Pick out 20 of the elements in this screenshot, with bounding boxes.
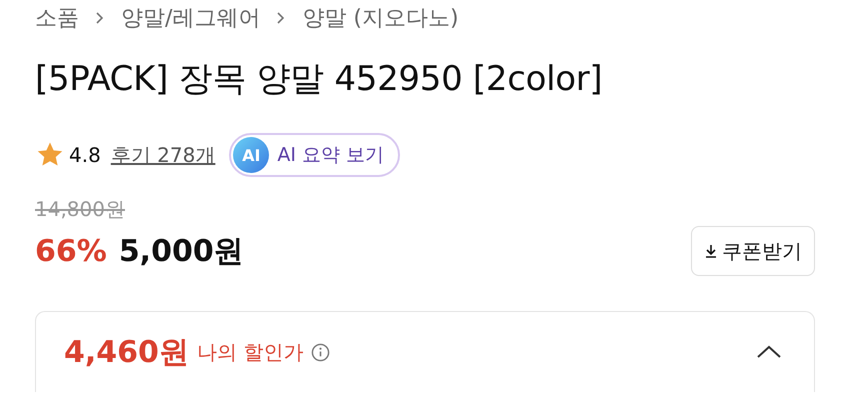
ai-summary-label: AI 요약 보기 — [277, 143, 384, 168]
my-price-amount: 4,460원 — [64, 334, 189, 372]
chevron-right-icon — [95, 11, 105, 25]
my-price-label: 나의 할인가 — [196, 338, 304, 366]
product-title: [5PACK] 장목 양말 452950 [2color] — [35, 58, 604, 101]
chevron-up-icon[interactable] — [756, 344, 782, 360]
breadcrumb-link[interactable]: 소품 — [35, 3, 79, 33]
chevron-right-icon — [276, 11, 286, 25]
discount-rate: 66% — [35, 234, 107, 268]
breadcrumb-link[interactable]: 양말/레그웨어 — [121, 3, 260, 33]
original-price: 14,800원 — [35, 196, 126, 223]
download-icon — [704, 243, 718, 259]
breadcrumb-link[interactable]: 양말 (지오다노) — [302, 3, 459, 33]
sale-price: 5,000원 — [118, 232, 244, 270]
ai-badge: AI — [233, 137, 270, 173]
info-icon — [311, 342, 330, 362]
rating-score: 4.8 — [69, 143, 101, 167]
coupon-button[interactable]: 쿠폰받기 — [691, 226, 815, 276]
reviews-link[interactable]: 후기 278개 — [110, 142, 216, 168]
ai-summary-button[interactable]: AI AI 요약 보기 — [229, 133, 400, 177]
